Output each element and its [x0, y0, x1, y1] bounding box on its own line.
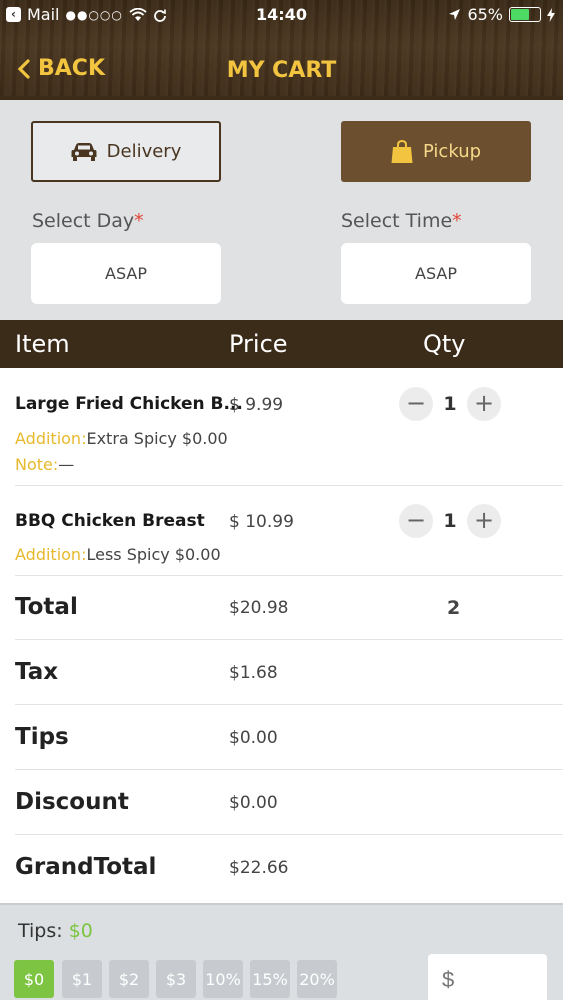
grand-total-value: $22.66: [229, 858, 289, 878]
location-arrow-icon: [449, 9, 461, 20]
item-price: $ 10.99: [229, 512, 294, 532]
addition-label: Addition:: [15, 545, 87, 564]
addition-value: Extra Spicy $0.00: [86, 429, 228, 448]
tips-panel: Tips: $0 $0 $1 $2 $3 10% 15% 20%: [0, 903, 563, 1000]
item-qty: 1: [443, 510, 457, 532]
addition-label: Addition:: [15, 429, 87, 448]
tip-option-10-percent[interactable]: 10%: [203, 960, 243, 998]
item-name: BBQ Chicken Breast: [15, 511, 205, 531]
tip-option-1[interactable]: $1: [62, 960, 102, 998]
item-name: Large Fried Chicken B...: [15, 394, 243, 414]
tax-label: Tax: [15, 659, 59, 685]
row-divider: [15, 575, 563, 576]
battery-percent: 65%: [467, 5, 503, 24]
note-value: —: [58, 455, 75, 474]
discount-value: $0.00: [229, 793, 278, 813]
item-addition: Addition:Extra Spicy $0.00: [15, 429, 228, 448]
column-item: Item: [15, 330, 70, 358]
tips-title-label: Tips:: [18, 920, 63, 942]
status-bar-right: 65%: [448, 5, 555, 24]
battery-icon: [509, 7, 541, 22]
pickup-label: Pickup: [422, 141, 482, 162]
select-day-label: Select Day*: [32, 210, 144, 232]
tip-option-3[interactable]: $3: [156, 960, 196, 998]
tips-amount: $0: [68, 920, 93, 942]
row-divider: [15, 639, 563, 640]
row-divider: [15, 769, 563, 770]
row-divider: [15, 834, 563, 835]
increase-qty-button[interactable]: +: [467, 387, 501, 421]
delivery-label: Delivery: [106, 141, 182, 162]
select-time-label: Select Time*: [341, 210, 462, 232]
column-qty: Qty: [423, 330, 466, 358]
item-note: Note:—: [15, 455, 74, 474]
tips-label: Tips: [15, 724, 69, 750]
total-label: Total: [15, 594, 78, 620]
tax-value: $1.68: [229, 663, 278, 683]
item-qty: 1: [443, 393, 457, 415]
select-day-text: Select Day: [32, 210, 135, 232]
app-header: ‹ Mail ●●○○○ 14:40 65% BACK MY CART: [0, 0, 563, 100]
select-time-dropdown[interactable]: ASAP: [341, 243, 531, 304]
discount-label: Discount: [15, 789, 129, 815]
required-mark: *: [134, 210, 144, 232]
total-value: $20.98: [229, 598, 289, 618]
pickup-button[interactable]: Pickup: [341, 121, 531, 182]
tip-option-15-percent[interactable]: 15%: [250, 960, 290, 998]
shopping-bag-icon: [391, 139, 413, 163]
grand-total-label: GrandTotal: [15, 854, 157, 880]
tips-title: Tips: $0: [18, 920, 93, 942]
item-price: $ 9.99: [229, 395, 284, 415]
decrease-qty-button[interactable]: −: [399, 387, 433, 421]
row-divider: [15, 704, 563, 705]
total-qty: 2: [447, 597, 461, 619]
tip-option-0[interactable]: $0: [14, 960, 54, 998]
required-mark: *: [452, 210, 462, 232]
select-time-text: Select Time: [341, 210, 453, 232]
page-title: MY CART: [226, 58, 337, 83]
decrease-qty-button[interactable]: −: [399, 504, 433, 538]
status-bar: ‹ Mail ●●○○○ 14:40 65%: [0, 0, 563, 30]
note-label: Note:: [15, 455, 59, 474]
increase-qty-button[interactable]: +: [467, 504, 501, 538]
car-icon: [71, 142, 97, 161]
cart-item-row: Large Fried Chicken B... $ 9.99 − 1 + Ad…: [0, 368, 563, 485]
tips-value: $0.00: [229, 728, 278, 748]
column-price: Price: [229, 330, 288, 358]
addition-value: Less Spicy $0.00: [86, 545, 221, 564]
order-options: Delivery Pickup Select Day* Select Time*…: [0, 100, 563, 320]
cart-table-header: Item Price Qty: [0, 320, 563, 368]
tip-option-2[interactable]: $2: [109, 960, 149, 998]
cart-item-row: BBQ Chicken Breast $ 10.99 − 1 + Additio…: [0, 486, 563, 575]
select-day-dropdown[interactable]: ASAP: [31, 243, 221, 304]
delivery-button[interactable]: Delivery: [31, 121, 221, 182]
tip-option-20-percent[interactable]: 20%: [297, 960, 337, 998]
custom-tip-input[interactable]: [428, 954, 547, 1000]
charging-bolt-icon: [547, 7, 555, 22]
item-addition: Addition:Less Spicy $0.00: [15, 545, 221, 564]
